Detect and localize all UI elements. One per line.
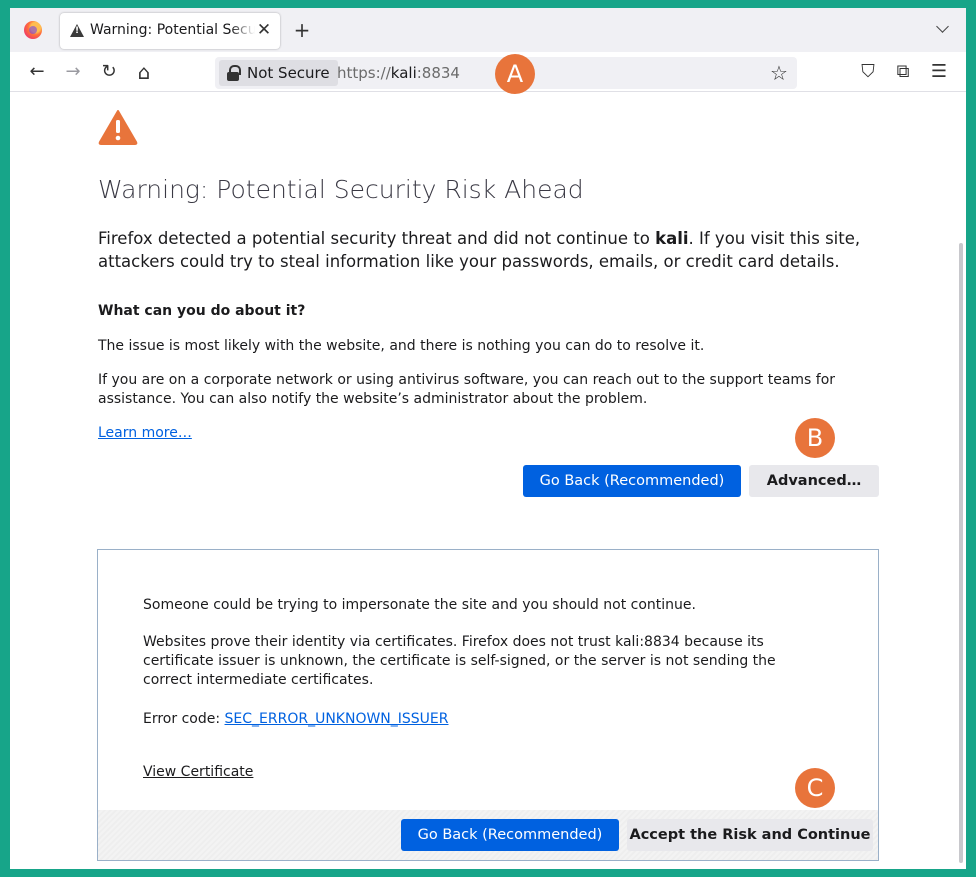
back-arrow-icon[interactable]: ← bbox=[24, 59, 50, 85]
intro-text-start: Firefox detected a potential security th… bbox=[98, 229, 656, 248]
menu-icon[interactable]: ☰ bbox=[926, 59, 952, 85]
close-icon[interactable]: ✕ bbox=[254, 20, 274, 40]
navigation-toolbar: ← → ↻ ⌂ Not Secure https://kali:8834 ☆ ⛉… bbox=[10, 52, 966, 92]
tab-title: Warning: Potential Security Risk Ahead bbox=[90, 22, 255, 38]
learn-more-link[interactable]: Learn more… bbox=[98, 424, 192, 443]
url-port: :8834 bbox=[416, 64, 460, 82]
error-code-label: Error code: bbox=[143, 711, 225, 727]
tab-active[interactable]: Warning: Potential Security Risk Ahead ✕ bbox=[60, 13, 280, 49]
issue-text: The issue is most likely with the websit… bbox=[98, 338, 705, 354]
page-title: Warning: Potential Security Risk Ahead bbox=[98, 175, 584, 204]
advanced-panel: Someone could be trying to impersonate t… bbox=[97, 549, 879, 861]
warning-icon bbox=[98, 110, 138, 145]
intro-host: kali bbox=[655, 229, 689, 248]
accept-risk-button[interactable]: Accept the Risk and Continue bbox=[627, 819, 873, 851]
pocket-icon[interactable]: ⛉ bbox=[855, 59, 881, 85]
advanced-button[interactable]: Advanced… bbox=[749, 465, 879, 497]
error-code-link[interactable]: SEC_ERROR_UNKNOWN_ISSUER bbox=[225, 711, 449, 727]
error-page: Warning: Potential Security Risk Ahead F… bbox=[10, 93, 966, 869]
advanced-panel-footer: Go Back (Recommended) Accept the Risk an… bbox=[98, 810, 878, 860]
url-host: kali bbox=[390, 64, 417, 82]
intro-text: Firefox detected a potential security th… bbox=[98, 227, 878, 273]
not-secure-label: Not Secure bbox=[247, 64, 330, 82]
url-scheme: https:// bbox=[337, 64, 391, 82]
browser-window: Warning: Potential Security Risk Ahead ✕… bbox=[10, 8, 966, 869]
go-back-button-secondary[interactable]: Go Back (Recommended) bbox=[401, 819, 619, 851]
star-icon[interactable]: ☆ bbox=[767, 61, 791, 85]
what-heading: What can you do about it? bbox=[98, 303, 306, 319]
annotation-marker-c: C bbox=[795, 768, 835, 808]
home-icon[interactable]: ⌂ bbox=[131, 59, 157, 85]
view-certificate-link[interactable]: View Certificate bbox=[143, 763, 253, 782]
impersonate-text: Someone could be trying to impersonate t… bbox=[143, 597, 696, 613]
go-back-button[interactable]: Go Back (Recommended) bbox=[523, 465, 741, 497]
plus-icon[interactable]: + bbox=[290, 19, 314, 43]
warning-icon bbox=[70, 24, 84, 37]
scrollbar[interactable] bbox=[959, 243, 963, 863]
annotation-marker-a: A bbox=[495, 54, 535, 94]
forward-arrow-icon[interactable]: → bbox=[60, 59, 86, 85]
reload-icon[interactable]: ↻ bbox=[96, 59, 122, 85]
lock-icon bbox=[227, 65, 241, 81]
site-identity-button[interactable]: Not Secure bbox=[219, 60, 338, 86]
tab-strip: Warning: Potential Security Risk Ahead ✕… bbox=[10, 8, 966, 52]
certificates-text: Websites prove their identity via certif… bbox=[143, 634, 776, 688]
corporate-text: If you are on a corporate network or usi… bbox=[98, 372, 836, 407]
annotation-marker-b: B bbox=[795, 418, 835, 458]
error-code: Error code: SEC_ERROR_UNKNOWN_ISSUER bbox=[143, 710, 823, 729]
firefox-logo-icon[interactable] bbox=[24, 21, 42, 39]
extensions-icon[interactable]: ⧉ bbox=[890, 59, 916, 85]
chevron-down-icon[interactable] bbox=[934, 19, 954, 39]
url-text[interactable]: https://kali:8834 bbox=[337, 64, 460, 82]
